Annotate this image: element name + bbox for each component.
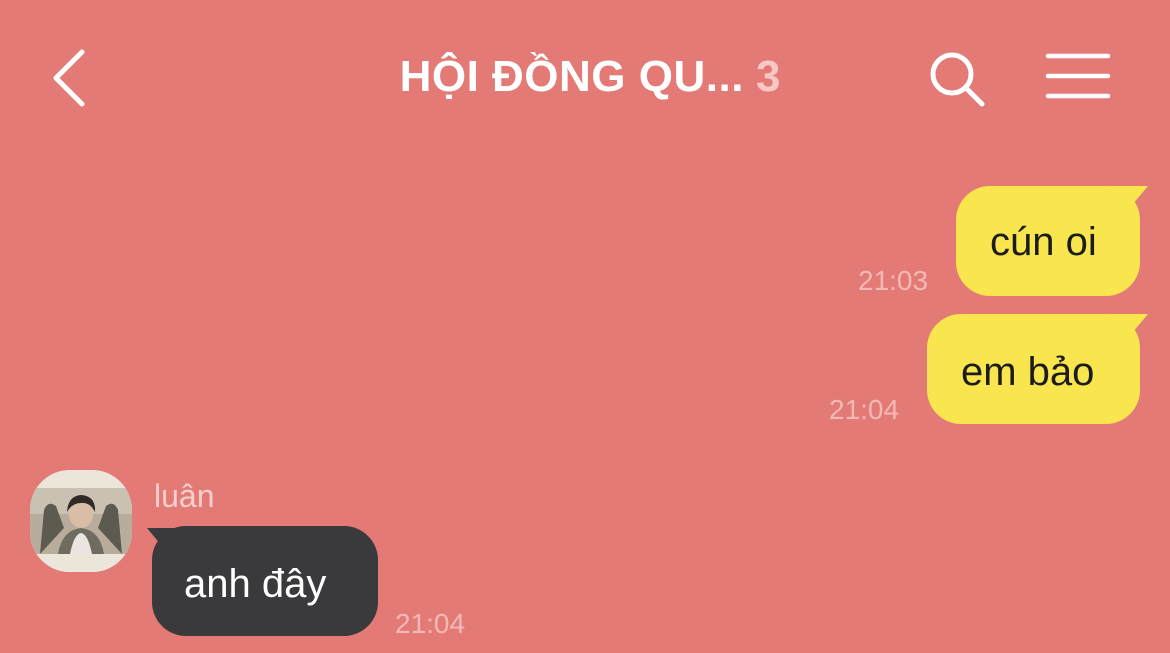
incoming-message-bubble[interactable]: anh đây — [152, 526, 378, 636]
member-count: 3 — [755, 52, 781, 101]
chat-title: HỘI ĐỒNG QU... — [399, 52, 744, 101]
user-photo-icon — [30, 470, 132, 572]
message-timestamp: 21:03 — [858, 265, 929, 296]
message-timestamp: 21:04 — [395, 608, 466, 639]
menu-button[interactable] — [1040, 50, 1114, 104]
chevron-left-icon — [53, 49, 85, 107]
message-text: anh đây — [184, 562, 327, 606]
message-text: em bảo — [961, 350, 1095, 394]
search-icon — [930, 52, 985, 107]
back-button[interactable] — [40, 40, 110, 116]
chat-title-area[interactable]: HỘI ĐỒNG QU... 3 — [330, 52, 850, 102]
bubble-tail-shape — [1110, 314, 1148, 342]
message-text: cún oi — [990, 220, 1097, 264]
hamburger-menu-icon — [1045, 53, 1111, 99]
outgoing-message-bubble[interactable]: em bảo — [927, 314, 1140, 424]
chat-header: HỘI ĐỒNG QU... 3 — [0, 0, 1170, 160]
search-button[interactable] — [924, 46, 990, 112]
bubble-tail-shape — [1110, 186, 1148, 214]
message-timestamp: 21:04 — [829, 394, 900, 425]
avatar[interactable] — [30, 470, 132, 572]
sender-name: luân — [154, 478, 215, 514]
